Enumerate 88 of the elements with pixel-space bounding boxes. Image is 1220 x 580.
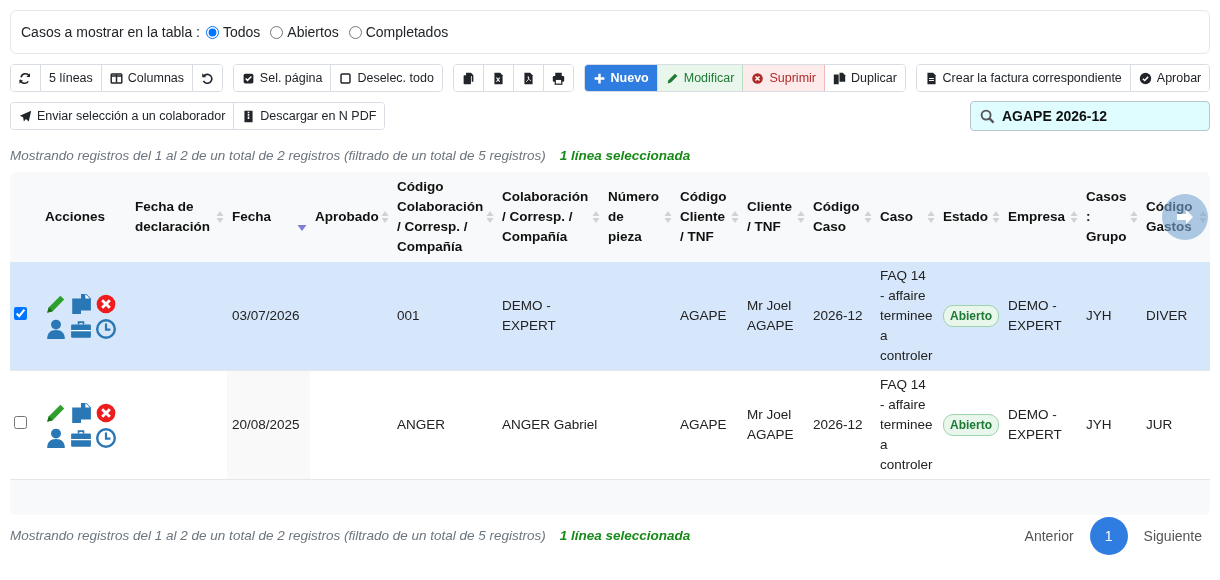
column-header[interactable]: Casos : Grupo [1086, 187, 1127, 247]
refresh-icon [19, 71, 32, 85]
document-icon [924, 71, 938, 85]
column-header[interactable]: Empresa [1008, 207, 1067, 227]
table-cell: JYH [1086, 308, 1112, 323]
columns-icon [109, 71, 123, 85]
column-header[interactable]: Cliente / TNF [747, 197, 794, 237]
invoice-button[interactable]: Crear la factura correspondiente [916, 65, 1131, 91]
page-button[interactable]: 1 [1089, 517, 1128, 555]
table-cell: 2026-12 [813, 417, 863, 432]
duplicate-icon [833, 71, 846, 85]
radio-label: Completados [365, 24, 449, 40]
status-badge: Abierto [943, 305, 999, 327]
row-checkbox[interactable] [14, 307, 27, 320]
selection-count: 1 línea seleccionada [559, 147, 691, 163]
clock-icon [95, 426, 117, 449]
row-checkbox[interactable] [14, 416, 27, 429]
table-cell: DEMO - EXPERT [1008, 298, 1062, 333]
x-circle-icon [95, 401, 117, 424]
table-cell: FAQ 14 - affaire terminee a controler [880, 268, 933, 363]
records-info: Mostrando registros del 1 al 2 de un total de 2 registros (filtrado de un total de 5 registros) [10, 147, 546, 163]
refresh-button[interactable] [11, 65, 41, 91]
column-header[interactable]: Código Caso [813, 197, 861, 237]
send-button[interactable]: Enviar selección a un colaborador [11, 103, 235, 129]
status-badge: Abierto [943, 414, 999, 436]
search-icon [980, 109, 995, 124]
column-header[interactable]: Aprobado [315, 207, 378, 227]
x-circle-icon [751, 71, 765, 85]
table-cell: ANGER Gabriel [502, 417, 598, 432]
column-header[interactable]: Código Cliente / TNF [680, 187, 728, 247]
search-field[interactable]: AGAPE 2026-12 [970, 101, 1210, 131]
radio-button[interactable] [270, 25, 284, 39]
table-cell: 03/07/2026 [232, 308, 300, 323]
checkbox-icon [241, 71, 255, 85]
table-cell: DIVER [1146, 308, 1188, 323]
pdf-file-icon [521, 71, 535, 85]
records-info: Mostrando registros del 1 al 2 de un total de 2 registros (filtrado de un total de 5 registros) [10, 527, 546, 543]
radio-button[interactable] [206, 25, 219, 39]
selection-count: 1 línea seleccionada [559, 527, 691, 543]
radio-label: Todos [223, 24, 261, 40]
printer-icon [551, 71, 565, 85]
filter-label: Casos a mostrar en la tabla : [21, 24, 200, 40]
duplicate-icon [70, 401, 92, 424]
copy-button[interactable] [453, 65, 484, 91]
copy-icon [461, 71, 475, 85]
undo-icon [201, 71, 215, 85]
column-header[interactable]: Fecha [232, 207, 296, 227]
table-cell: ANGER [397, 417, 445, 432]
column-header[interactable]: Fecha de declaración [135, 197, 213, 237]
table-cell: DEMO - EXPERT [1008, 407, 1062, 442]
paper-plane-icon [19, 109, 32, 123]
table-cell: AGAPE [680, 308, 727, 323]
column-header[interactable]: Colaboración / Corresp. / Compañía [502, 187, 589, 247]
select-page-button[interactable]: Sel. página [233, 65, 332, 91]
table-cell: 2026-12 [813, 308, 863, 323]
square-icon [339, 71, 353, 85]
column-header: Acciones [45, 208, 107, 226]
table-cell: FAQ 14 - affaire terminee a controler [880, 377, 933, 472]
table-row[interactable] [10, 262, 40, 371]
column-header[interactable]: Caso [880, 207, 924, 227]
x-circle-icon [95, 292, 117, 315]
pencil-icon [665, 71, 679, 85]
new-button[interactable]: Nuevo [584, 65, 658, 91]
table-cell: 20/08/2025 [232, 417, 300, 432]
edit-button[interactable]: Modificar [657, 65, 744, 91]
radio-button[interactable] [348, 25, 362, 39]
excel-file-icon [491, 71, 505, 85]
table-cell: Mr Joel AGAPE [747, 298, 794, 333]
clock-icon [95, 317, 117, 340]
check-circle-icon [1138, 71, 1152, 85]
next-link[interactable]: Siguiente [1135, 520, 1210, 552]
duplicate-icon [70, 292, 92, 315]
table-cell: AGAPE [680, 417, 727, 432]
person-icon [45, 317, 67, 340]
delete-button[interactable]: Suprimir [743, 65, 825, 91]
column-header[interactable]: Número de pieza [608, 187, 661, 247]
column-header[interactable]: Código Colaboración / Corresp. / Compañía [397, 177, 483, 257]
table-cell: JYH [1086, 417, 1112, 432]
table-cell: Mr Joel AGAPE [747, 407, 794, 442]
table-cell: 001 [397, 308, 420, 323]
radio-label: Abiertos [287, 24, 339, 40]
zip-file-icon [242, 109, 256, 123]
previous-link[interactable]: Anterior [1016, 520, 1082, 552]
plus-icon [592, 71, 606, 85]
person-icon [45, 426, 67, 449]
column-header[interactable]: Estado [943, 207, 989, 227]
table-cell: JUR [1146, 417, 1173, 432]
table-cell: DEMO - EXPERT [502, 298, 556, 333]
